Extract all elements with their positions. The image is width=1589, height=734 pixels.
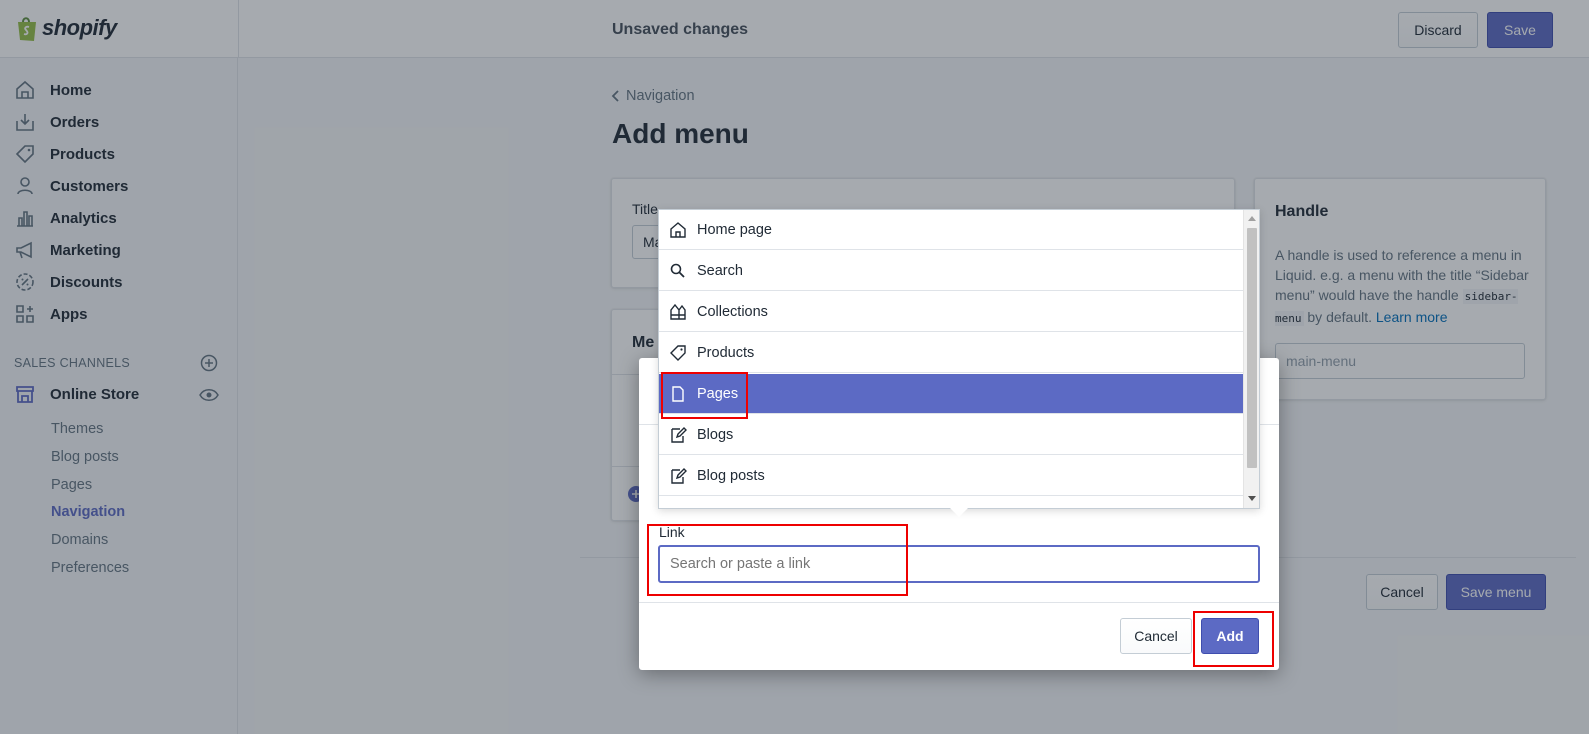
blog-edit-icon (671, 467, 687, 484)
dropdown-item-label: Blog posts (697, 467, 765, 484)
dropdown-item-label: Blogs (697, 426, 734, 443)
dropdown-item-collections[interactable]: Collections (659, 292, 1243, 332)
dropdown-item-label: Pages (697, 385, 739, 402)
dropdown-item-label: Search (697, 262, 743, 279)
dropdown-item-home-page[interactable]: Home page (659, 210, 1243, 250)
dropdown-item-label: Home page (697, 221, 772, 238)
search-icon (670, 263, 685, 278)
dropdown-item-label: Products (697, 344, 755, 361)
dropdown-item-pages[interactable]: Pages (659, 374, 1243, 414)
tag-icon (670, 344, 686, 361)
link-type-dropdown: Home page Search Collections Products Pa… (658, 209, 1260, 509)
dropdown-item-products[interactable]: Products (659, 333, 1243, 373)
link-label: Link (659, 524, 685, 540)
scroll-up-icon[interactable] (1248, 216, 1256, 221)
add-button[interactable]: Add (1201, 618, 1259, 654)
scroll-down-icon[interactable] (1248, 496, 1256, 501)
collections-icon (670, 303, 686, 320)
dropdown-item-blog-posts[interactable]: Blog posts (659, 456, 1243, 496)
scroll-thumb[interactable] (1247, 228, 1257, 468)
dropdown-item-blogs[interactable]: Blogs (659, 415, 1243, 455)
dropdown-scrollbar[interactable] (1243, 210, 1259, 508)
page-icon (672, 385, 684, 402)
link-search-input[interactable] (658, 545, 1260, 583)
modal-footer-divider (639, 602, 1279, 603)
dropdown-caret (950, 508, 968, 517)
dropdown-item-search[interactable]: Search (659, 251, 1243, 291)
modal-cancel-button[interactable]: Cancel (1120, 618, 1192, 654)
home-icon (670, 221, 686, 238)
blog-edit-icon (671, 426, 687, 443)
dropdown-item-label: Collections (697, 303, 768, 320)
